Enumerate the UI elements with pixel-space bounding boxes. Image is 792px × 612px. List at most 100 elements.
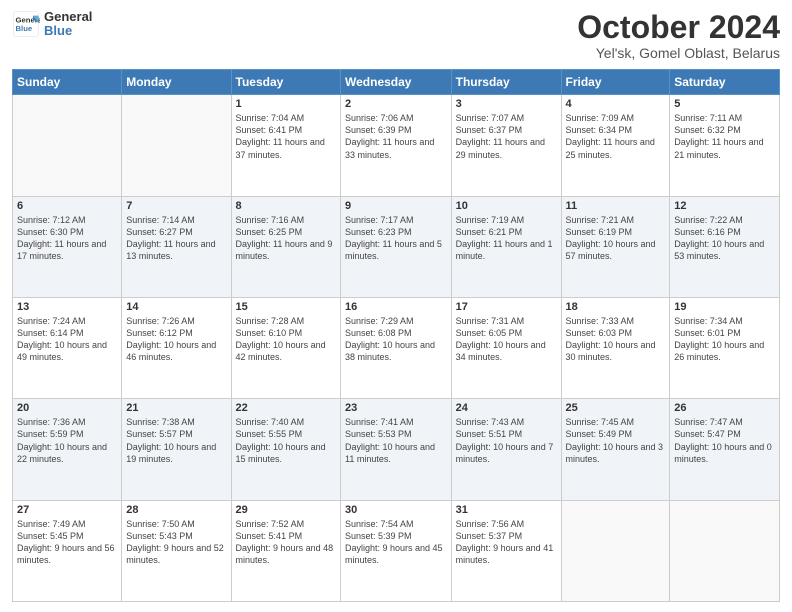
day-info: Sunrise: 7:29 AM Sunset: 6:08 PM Dayligh… (345, 315, 447, 364)
day-number: 28 (126, 504, 226, 516)
weekday-header-sunday: Sunday (13, 70, 122, 95)
calendar-cell: 12 Sunrise: 7:22 AM Sunset: 6:16 PM Dayli… (670, 196, 780, 297)
calendar-cell: 25 Sunrise: 7:45 AM Sunset: 5:49 PM Dayli… (561, 399, 670, 500)
day-info: Sunrise: 7:50 AM Sunset: 5:43 PM Dayligh… (126, 518, 226, 567)
day-number: 13 (17, 301, 117, 313)
calendar-cell (561, 500, 670, 601)
weekday-header-row: SundayMondayTuesdayWednesdayThursdayFrid… (13, 70, 780, 95)
day-number: 4 (566, 98, 666, 110)
day-info: Sunrise: 7:33 AM Sunset: 6:03 PM Dayligh… (566, 315, 666, 364)
calendar-cell: 18 Sunrise: 7:33 AM Sunset: 6:03 PM Dayli… (561, 297, 670, 398)
day-info: Sunrise: 7:31 AM Sunset: 6:05 PM Dayligh… (456, 315, 557, 364)
day-number: 16 (345, 301, 447, 313)
weekday-header-thursday: Thursday (451, 70, 561, 95)
day-number: 3 (456, 98, 557, 110)
day-number: 7 (126, 200, 226, 212)
day-number: 21 (126, 402, 226, 414)
calendar-cell: 5 Sunrise: 7:11 AM Sunset: 6:32 PM Daylig… (670, 95, 780, 196)
day-info: Sunrise: 7:56 AM Sunset: 5:37 PM Dayligh… (456, 518, 557, 567)
day-number: 6 (17, 200, 117, 212)
page: General Blue General Blue October 2024 Y… (0, 0, 792, 612)
day-number: 25 (566, 402, 666, 414)
day-number: 10 (456, 200, 557, 212)
day-number: 9 (345, 200, 447, 212)
calendar-cell: 15 Sunrise: 7:28 AM Sunset: 6:10 PM Dayli… (231, 297, 340, 398)
logo-text: General Blue (44, 10, 92, 39)
calendar-cell: 23 Sunrise: 7:41 AM Sunset: 5:53 PM Dayli… (341, 399, 452, 500)
calendar-cell (670, 500, 780, 601)
calendar-cell: 6 Sunrise: 7:12 AM Sunset: 6:30 PM Daylig… (13, 196, 122, 297)
day-number: 24 (456, 402, 557, 414)
day-number: 17 (456, 301, 557, 313)
day-number: 12 (674, 200, 775, 212)
location: Yel'sk, Gomel Oblast, Belarus (577, 45, 780, 61)
calendar-cell (13, 95, 122, 196)
calendar-cell: 4Sunrise: 7:09 AM Sunset: 6:34 PM Daylig… (561, 95, 670, 196)
week-row-3: 20Sunrise: 7:36 AM Sunset: 5:59 PM Dayli… (13, 399, 780, 500)
calendar-cell: 13 Sunrise: 7:24 AM Sunset: 6:14 PM Dayli… (13, 297, 122, 398)
title-block: October 2024 Yel'sk, Gomel Oblast, Belar… (577, 10, 780, 61)
calendar-cell: 8Sunrise: 7:16 AM Sunset: 6:25 PM Daylig… (231, 196, 340, 297)
calendar-cell: 26Sunrise: 7:47 AM Sunset: 5:47 PM Dayli… (670, 399, 780, 500)
calendar-cell (122, 95, 231, 196)
day-info: Sunrise: 7:22 AM Sunset: 6:16 PM Dayligh… (674, 214, 775, 263)
day-info: Sunrise: 7:41 AM Sunset: 5:53 PM Dayligh… (345, 416, 447, 465)
day-number: 15 (236, 301, 336, 313)
day-info: Sunrise: 7:45 AM Sunset: 5:49 PM Dayligh… (566, 416, 666, 465)
day-info: Sunrise: 7:21 AM Sunset: 6:19 PM Dayligh… (566, 214, 666, 263)
day-info: Sunrise: 7:04 AM Sunset: 6:41 PM Dayligh… (236, 112, 336, 161)
day-number: 31 (456, 504, 557, 516)
weekday-header-tuesday: Tuesday (231, 70, 340, 95)
day-number: 27 (17, 504, 117, 516)
day-number: 30 (345, 504, 447, 516)
calendar-cell: 21 Sunrise: 7:38 AM Sunset: 5:57 PM Dayli… (122, 399, 231, 500)
day-info: Sunrise: 7:14 AM Sunset: 6:27 PM Dayligh… (126, 214, 226, 263)
week-row-1: 6 Sunrise: 7:12 AM Sunset: 6:30 PM Daylig… (13, 196, 780, 297)
day-info: Sunrise: 7:19 AM Sunset: 6:21 PM Dayligh… (456, 214, 557, 263)
day-info: Sunrise: 7:52 AM Sunset: 5:41 PM Dayligh… (236, 518, 336, 567)
day-info: Sunrise: 7:34 AM Sunset: 6:01 PM Dayligh… (674, 315, 775, 364)
calendar-cell: 17 Sunrise: 7:31 AM Sunset: 6:05 PM Dayli… (451, 297, 561, 398)
calendar-cell: 30Sunrise: 7:54 AM Sunset: 5:39 PM Dayli… (341, 500, 452, 601)
calendar-cell: 22Sunrise: 7:40 AM Sunset: 5:55 PM Dayli… (231, 399, 340, 500)
day-info: Sunrise: 7:36 AM Sunset: 5:59 PM Dayligh… (17, 416, 117, 465)
week-row-2: 13 Sunrise: 7:24 AM Sunset: 6:14 PM Dayli… (13, 297, 780, 398)
day-info: Sunrise: 7:11 AM Sunset: 6:32 PM Dayligh… (674, 112, 775, 161)
calendar-cell: 9Sunrise: 7:17 AM Sunset: 6:23 PM Daylig… (341, 196, 452, 297)
svg-text:Blue: Blue (16, 24, 33, 33)
day-info: Sunrise: 7:38 AM Sunset: 5:57 PM Dayligh… (126, 416, 226, 465)
calendar-cell: 27Sunrise: 7:49 AM Sunset: 5:45 PM Dayli… (13, 500, 122, 601)
day-info: Sunrise: 7:16 AM Sunset: 6:25 PM Dayligh… (236, 214, 336, 263)
day-info: Sunrise: 7:24 AM Sunset: 6:14 PM Dayligh… (17, 315, 117, 364)
weekday-header-wednesday: Wednesday (341, 70, 452, 95)
day-number: 14 (126, 301, 226, 313)
weekday-header-friday: Friday (561, 70, 670, 95)
day-number: 19 (674, 301, 775, 313)
day-number: 11 (566, 200, 666, 212)
day-number: 1 (236, 98, 336, 110)
calendar-cell: 28 Sunrise: 7:50 AM Sunset: 5:43 PM Dayli… (122, 500, 231, 601)
day-info: Sunrise: 7:28 AM Sunset: 6:10 PM Dayligh… (236, 315, 336, 364)
calendar-cell: 29 Sunrise: 7:52 AM Sunset: 5:41 PM Dayli… (231, 500, 340, 601)
day-number: 23 (345, 402, 447, 414)
day-number: 29 (236, 504, 336, 516)
calendar-cell: 7 Sunrise: 7:14 AM Sunset: 6:27 PM Daylig… (122, 196, 231, 297)
calendar-table: SundayMondayTuesdayWednesdayThursdayFrid… (12, 69, 780, 602)
month-title: October 2024 (577, 10, 780, 45)
day-number: 18 (566, 301, 666, 313)
weekday-header-saturday: Saturday (670, 70, 780, 95)
calendar-cell: 3Sunrise: 7:07 AM Sunset: 6:37 PM Daylig… (451, 95, 561, 196)
logo-blue: Blue (44, 24, 92, 38)
week-row-4: 27Sunrise: 7:49 AM Sunset: 5:45 PM Dayli… (13, 500, 780, 601)
day-info: Sunrise: 7:06 AM Sunset: 6:39 PM Dayligh… (345, 112, 447, 161)
calendar-cell: 14Sunrise: 7:26 AM Sunset: 6:12 PM Dayli… (122, 297, 231, 398)
logo-icon: General Blue (12, 10, 40, 38)
day-info: Sunrise: 7:47 AM Sunset: 5:47 PM Dayligh… (674, 416, 775, 465)
day-number: 5 (674, 98, 775, 110)
day-info: Sunrise: 7:43 AM Sunset: 5:51 PM Dayligh… (456, 416, 557, 465)
calendar-cell: 31 Sunrise: 7:56 AM Sunset: 5:37 PM Dayli… (451, 500, 561, 601)
calendar-cell: 19 Sunrise: 7:34 AM Sunset: 6:01 PM Dayli… (670, 297, 780, 398)
calendar-cell: 1 Sunrise: 7:04 AM Sunset: 6:41 PM Daylig… (231, 95, 340, 196)
day-info: Sunrise: 7:12 AM Sunset: 6:30 PM Dayligh… (17, 214, 117, 263)
day-info: Sunrise: 7:40 AM Sunset: 5:55 PM Dayligh… (236, 416, 336, 465)
